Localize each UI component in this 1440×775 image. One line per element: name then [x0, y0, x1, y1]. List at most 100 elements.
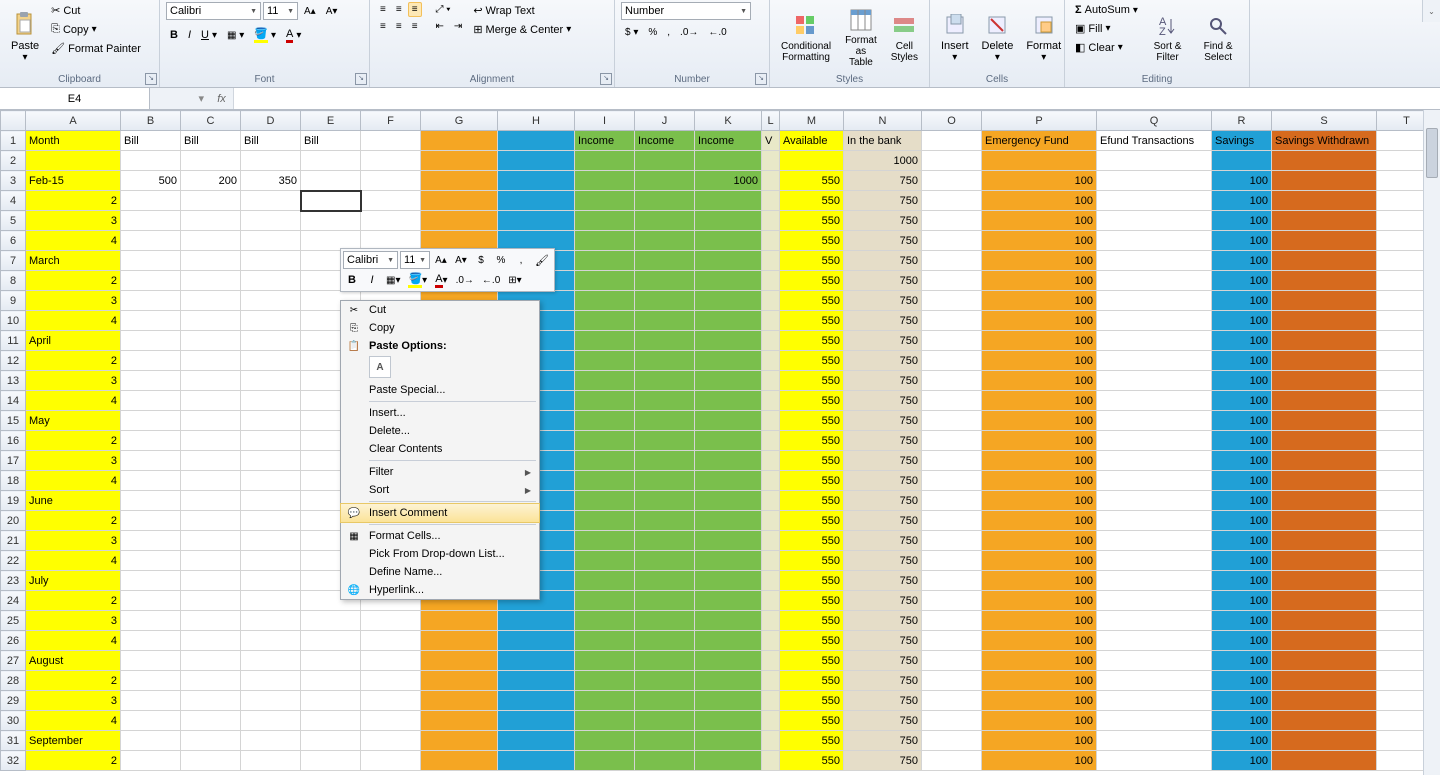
cell-Q9[interactable]: [1097, 291, 1212, 311]
cell-K4[interactable]: [695, 191, 762, 211]
cell-K23[interactable]: [695, 571, 762, 591]
row-header-31[interactable]: 31: [1, 731, 26, 751]
cell-I4[interactable]: [575, 191, 635, 211]
cell-P31[interactable]: 100: [982, 731, 1097, 751]
cell-D16[interactable]: [241, 431, 301, 451]
cell-N10[interactable]: 750: [844, 311, 922, 331]
cell-L3[interactable]: [762, 171, 780, 191]
cell-Q12[interactable]: [1097, 351, 1212, 371]
cell-O8[interactable]: [922, 271, 982, 291]
cell-J15[interactable]: [635, 411, 695, 431]
cell-K27[interactable]: [695, 651, 762, 671]
cell-C30[interactable]: [181, 711, 241, 731]
cell-O18[interactable]: [922, 471, 982, 491]
cell-I6[interactable]: [575, 231, 635, 251]
cell-A32[interactable]: 2: [26, 751, 121, 771]
mini-font-color[interactable]: A▾: [432, 271, 450, 289]
cell-L10[interactable]: [762, 311, 780, 331]
cell-J3[interactable]: [635, 171, 695, 191]
cell-E3[interactable]: [301, 171, 361, 191]
mini-border[interactable]: ▦▾: [383, 271, 403, 289]
column-header-H[interactable]: H: [498, 111, 575, 131]
cell-F1[interactable]: [361, 131, 421, 151]
cell-A27[interactable]: August: [26, 651, 121, 671]
row-header-4[interactable]: 4: [1, 191, 26, 211]
cell-R27[interactable]: 100: [1212, 651, 1272, 671]
cell-G30[interactable]: [421, 711, 498, 731]
cell-O23[interactable]: [922, 571, 982, 591]
cell-D6[interactable]: [241, 231, 301, 251]
cell-G3[interactable]: [421, 171, 498, 191]
cell-Q7[interactable]: [1097, 251, 1212, 271]
cell-O10[interactable]: [922, 311, 982, 331]
cell-P23[interactable]: 100: [982, 571, 1097, 591]
find-select-button[interactable]: Find & Select: [1193, 2, 1243, 73]
cell-J7[interactable]: [635, 251, 695, 271]
cell-H3[interactable]: [498, 171, 575, 191]
cell-Q22[interactable]: [1097, 551, 1212, 571]
cell-J31[interactable]: [635, 731, 695, 751]
cell-R15[interactable]: 100: [1212, 411, 1272, 431]
cell-I5[interactable]: [575, 211, 635, 231]
cell-A31[interactable]: September: [26, 731, 121, 751]
mini-bold[interactable]: B: [343, 271, 361, 289]
row-header-16[interactable]: 16: [1, 431, 26, 451]
cell-M8[interactable]: 550: [780, 271, 844, 291]
cell-N6[interactable]: 750: [844, 231, 922, 251]
cell-P12[interactable]: 100: [982, 351, 1097, 371]
cell-J26[interactable]: [635, 631, 695, 651]
cell-J13[interactable]: [635, 371, 695, 391]
cell-L14[interactable]: [762, 391, 780, 411]
cell-I30[interactable]: [575, 711, 635, 731]
cell-R1[interactable]: Savings: [1212, 131, 1272, 151]
cell-B22[interactable]: [121, 551, 181, 571]
cell-C25[interactable]: [181, 611, 241, 631]
cell-J2[interactable]: [635, 151, 695, 171]
cell-S25[interactable]: [1272, 611, 1377, 631]
cell-S10[interactable]: [1272, 311, 1377, 331]
cell-Q3[interactable]: [1097, 171, 1212, 191]
cell-E30[interactable]: [301, 711, 361, 731]
cell-I10[interactable]: [575, 311, 635, 331]
cell-A22[interactable]: 4: [26, 551, 121, 571]
cell-C8[interactable]: [181, 271, 241, 291]
row-header-17[interactable]: 17: [1, 451, 26, 471]
cell-D5[interactable]: [241, 211, 301, 231]
cell-A17[interactable]: 3: [26, 451, 121, 471]
cell-I17[interactable]: [575, 451, 635, 471]
cell-Q27[interactable]: [1097, 651, 1212, 671]
cell-K24[interactable]: [695, 591, 762, 611]
cell-C6[interactable]: [181, 231, 241, 251]
cell-Q17[interactable]: [1097, 451, 1212, 471]
row-header-5[interactable]: 5: [1, 211, 26, 231]
cell-F27[interactable]: [361, 651, 421, 671]
merge-center-button[interactable]: ⊞Merge & Center ▾: [469, 21, 575, 38]
cell-H27[interactable]: [498, 651, 575, 671]
cell-Q21[interactable]: [1097, 531, 1212, 551]
cell-H5[interactable]: [498, 211, 575, 231]
column-header-L[interactable]: L: [762, 111, 780, 131]
cell-B12[interactable]: [121, 351, 181, 371]
cell-E27[interactable]: [301, 651, 361, 671]
cell-L20[interactable]: [762, 511, 780, 531]
cell-J19[interactable]: [635, 491, 695, 511]
cell-M7[interactable]: 550: [780, 251, 844, 271]
cell-M23[interactable]: 550: [780, 571, 844, 591]
cell-L7[interactable]: [762, 251, 780, 271]
column-header-C[interactable]: C: [181, 111, 241, 131]
orientation-button[interactable]: ⤢ ▾: [432, 2, 455, 17]
cell-Q13[interactable]: [1097, 371, 1212, 391]
cell-G5[interactable]: [421, 211, 498, 231]
cell-A18[interactable]: 4: [26, 471, 121, 491]
cell-C32[interactable]: [181, 751, 241, 771]
cell-M16[interactable]: 550: [780, 431, 844, 451]
cell-O31[interactable]: [922, 731, 982, 751]
cell-N25[interactable]: 750: [844, 611, 922, 631]
cell-R24[interactable]: 100: [1212, 591, 1272, 611]
cell-A3[interactable]: Feb-15: [26, 171, 121, 191]
cell-J6[interactable]: [635, 231, 695, 251]
cell-I1[interactable]: Income: [575, 131, 635, 151]
cell-L16[interactable]: [762, 431, 780, 451]
cell-A1[interactable]: Month: [26, 131, 121, 151]
cell-C23[interactable]: [181, 571, 241, 591]
